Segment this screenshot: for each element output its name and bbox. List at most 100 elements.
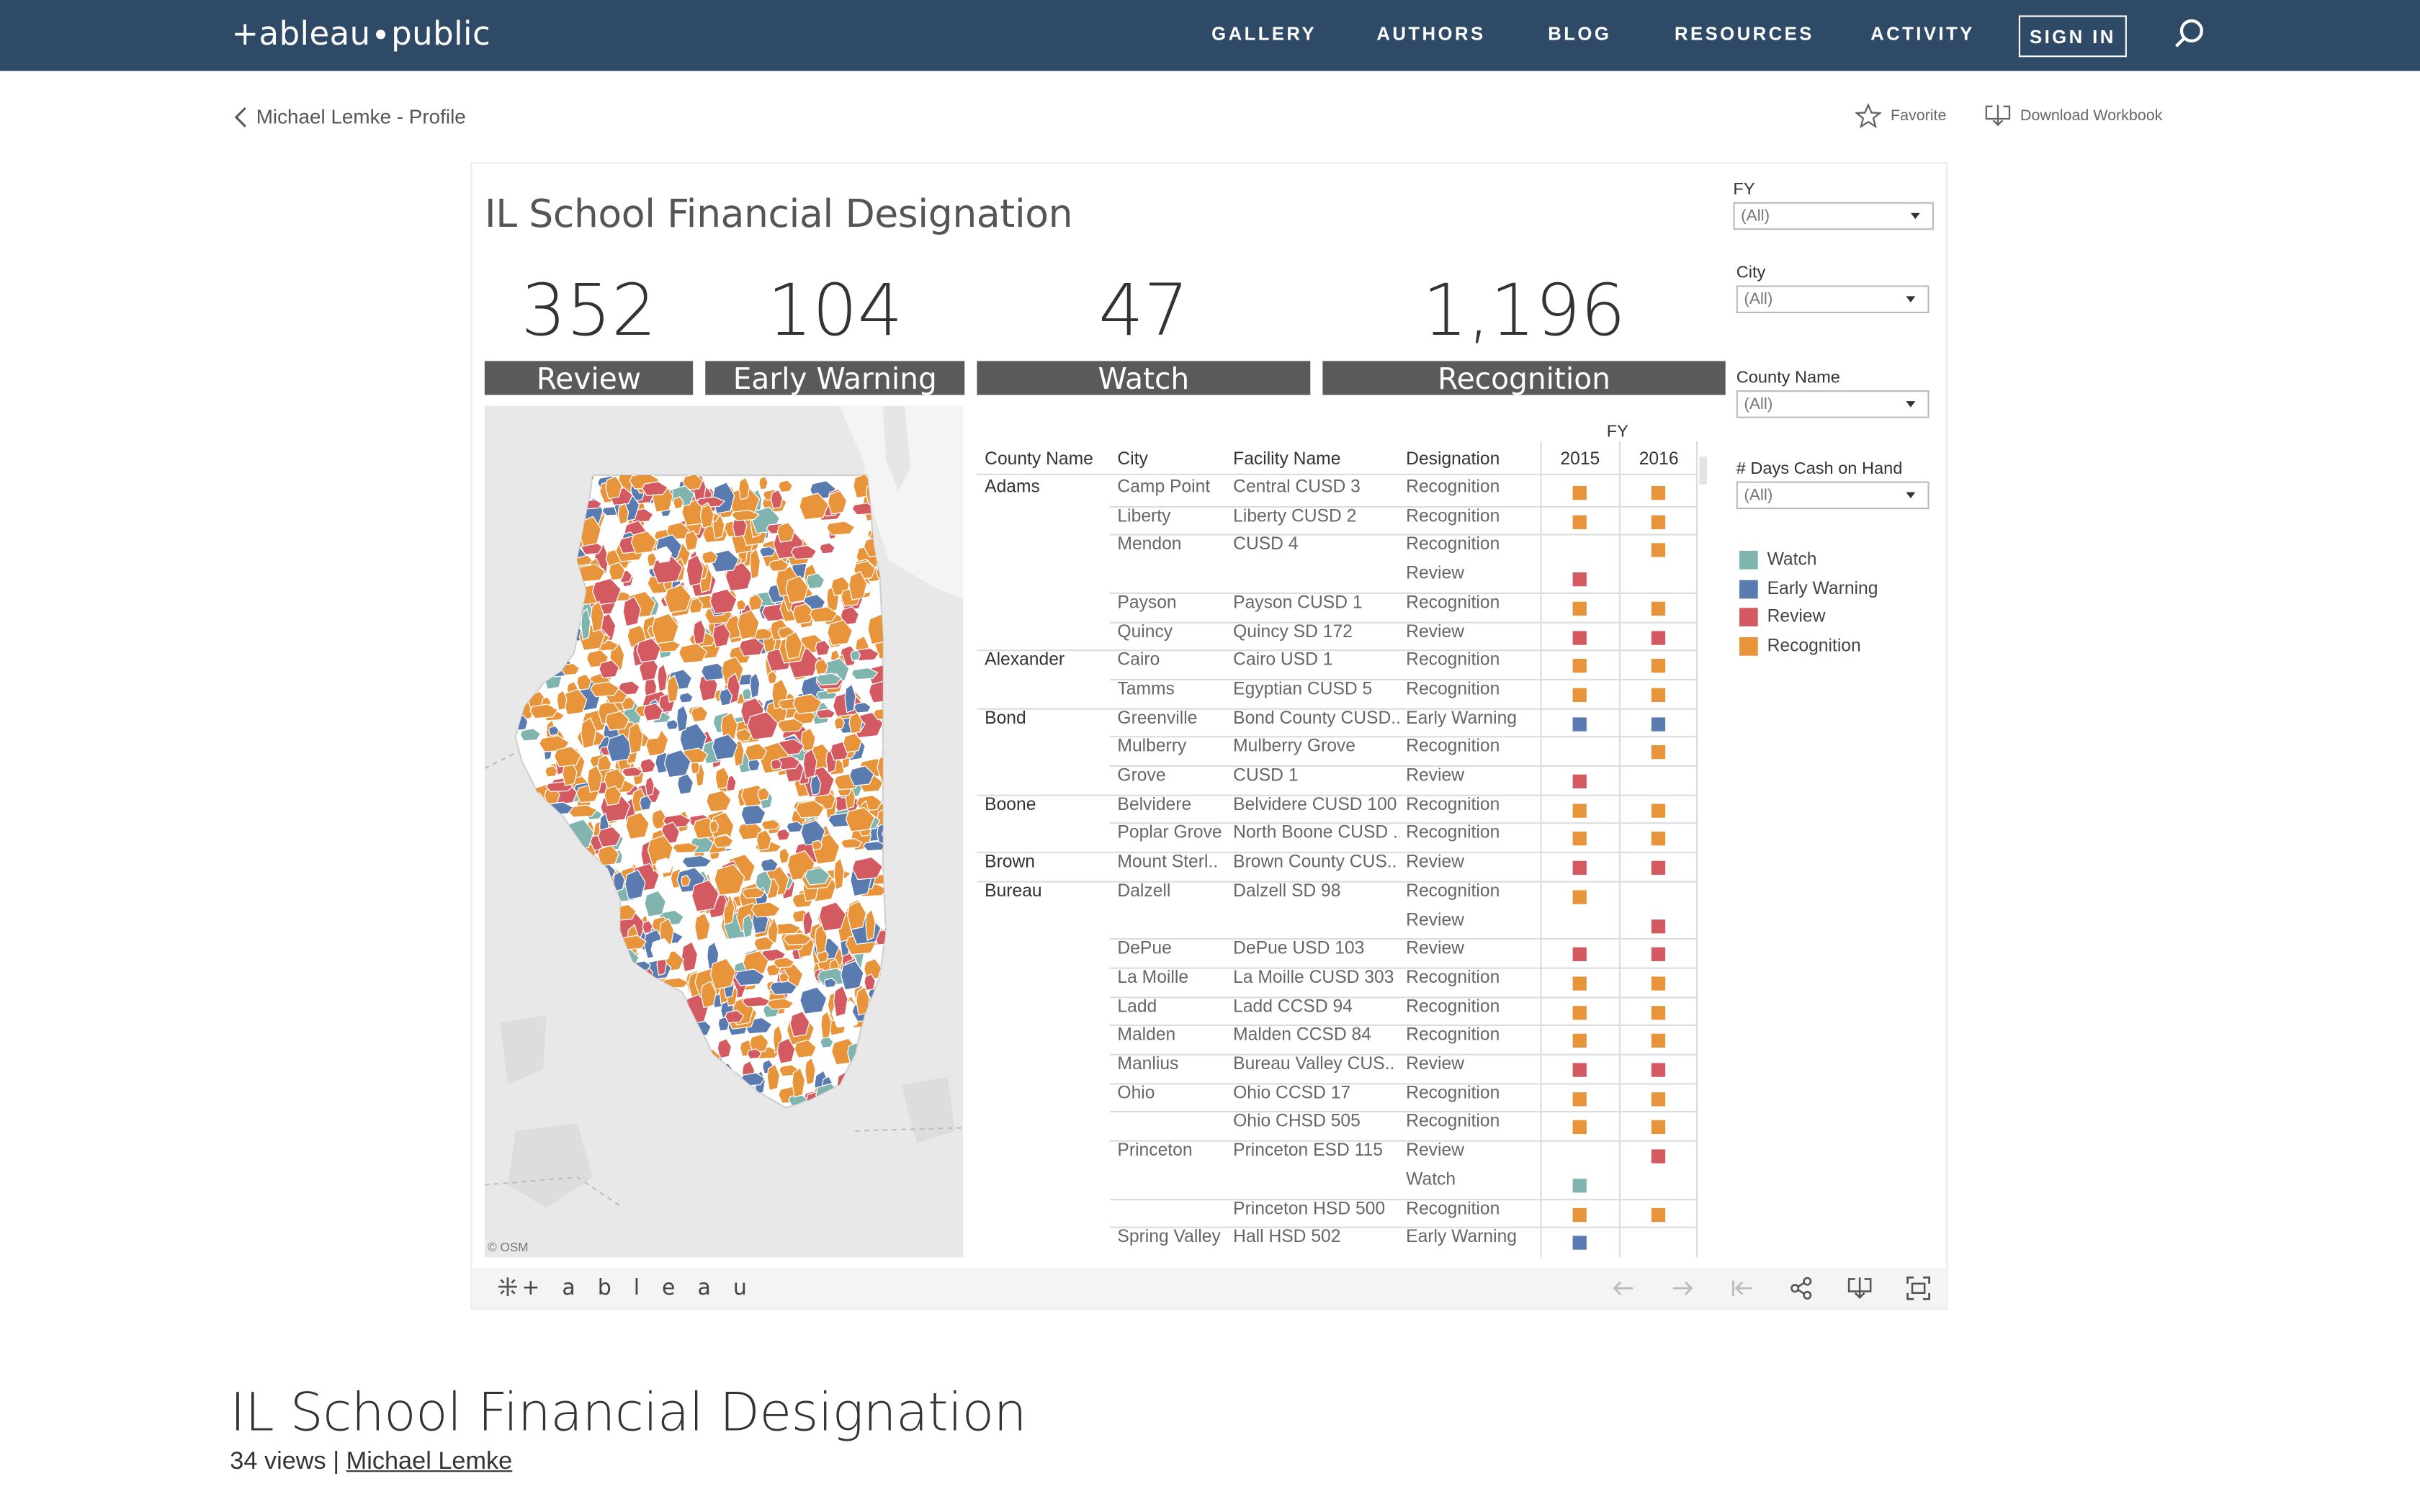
designation-mark-2015[interactable] xyxy=(1572,1207,1587,1222)
legend-watch[interactable]: Watch xyxy=(1739,551,1817,570)
designation-mark-2016[interactable] xyxy=(1651,1207,1666,1222)
table-row[interactable]: Grove CUSD 1 Review xyxy=(977,767,1696,796)
table-row[interactable]: Bond Greenville Bond County CUSD.. Early Wa… xyxy=(977,709,1696,738)
designation-mark-2015[interactable] xyxy=(1572,860,1587,876)
tableau-public-logo[interactable]: +ableau∙public xyxy=(231,15,490,52)
nav-blog[interactable]: BLOG xyxy=(1548,23,1611,45)
table-row[interactable]: La Moille La Moille CUSD 303 Recognition xyxy=(977,968,1696,997)
designation-mark-2015[interactable] xyxy=(1572,1034,1587,1048)
designation-mark-2015[interactable] xyxy=(1572,1063,1587,1077)
revert-icon[interactable] xyxy=(1730,1276,1754,1300)
table-row[interactable]: Princeton Princeton ESD 115 Review xyxy=(977,1142,1696,1171)
table-row[interactable]: Review xyxy=(977,911,1696,940)
designation-mark-2015[interactable] xyxy=(1572,688,1587,702)
designation-table[interactable]: FY County Name City Facility Name Design… xyxy=(977,423,1702,1258)
table-row[interactable]: Manlius Bureau Valley CUS.. Review xyxy=(977,1056,1696,1084)
designation-mark-2016[interactable] xyxy=(1651,630,1666,644)
designation-mark-2015[interactable] xyxy=(1572,716,1587,731)
filter-city-select[interactable]: (All) xyxy=(1736,285,1930,313)
table-row[interactable]: Spring Valley Hall HSD 502 Early Warning xyxy=(977,1228,1696,1257)
legend-review[interactable]: Review xyxy=(1739,608,1825,626)
designation-mark-2016[interactable] xyxy=(1651,745,1666,760)
download-workbook-button[interactable]: Download Workbook xyxy=(1985,104,2162,128)
table-row[interactable]: Tamms Egyptian CUSD 5 Recognition xyxy=(977,680,1696,709)
legend-early-warning[interactable]: Early Warning xyxy=(1739,580,1878,599)
favorite-button[interactable]: Favorite xyxy=(1855,103,1946,128)
designation-mark-2015[interactable] xyxy=(1572,832,1587,847)
sign-in-button[interactable]: SIGN IN xyxy=(2018,15,2127,58)
designation-mark-2015[interactable] xyxy=(1572,486,1587,500)
designation-mark-2016[interactable] xyxy=(1651,1120,1666,1135)
designation-mark-2016[interactable] xyxy=(1651,1092,1666,1106)
tableau-footer-logo[interactable]: + a b l e a u xyxy=(497,1276,755,1300)
table-row[interactable]: DePue DePue USD 103 Review xyxy=(977,940,1696,968)
designation-mark-2016[interactable] xyxy=(1651,1034,1666,1048)
designation-mark-2015[interactable] xyxy=(1572,948,1587,962)
table-row[interactable]: Mendon CUSD 4 Recognition xyxy=(977,536,1696,564)
designation-mark-2015[interactable] xyxy=(1572,1178,1587,1192)
designation-mark-2016[interactable] xyxy=(1651,716,1666,731)
table-row[interactable]: Malden Malden CCSD 84 Recognition xyxy=(977,1027,1696,1056)
designation-mark-2016[interactable] xyxy=(1651,1149,1666,1164)
designation-mark-2016[interactable] xyxy=(1651,688,1666,702)
table-row[interactable]: Review xyxy=(977,564,1696,593)
share-icon[interactable] xyxy=(1789,1276,1814,1300)
table-row[interactable]: Payson Payson CUSD 1 Recognition xyxy=(977,594,1696,623)
table-scrollbar[interactable] xyxy=(1699,456,1707,485)
designation-mark-2016[interactable] xyxy=(1651,919,1666,933)
designation-mark-2016[interactable] xyxy=(1651,803,1666,818)
table-row[interactable]: Liberty Liberty CUSD 2 Recognition xyxy=(977,507,1696,536)
designation-mark-2015[interactable] xyxy=(1572,1092,1587,1106)
designation-mark-2015[interactable] xyxy=(1572,1120,1587,1135)
table-row[interactable]: Princeton HSD 500 Recognition xyxy=(977,1200,1696,1228)
designation-mark-2015[interactable] xyxy=(1572,1005,1587,1020)
designation-mark-2016[interactable] xyxy=(1651,659,1666,673)
designation-mark-2015[interactable] xyxy=(1572,1236,1587,1251)
kpi-review-label[interactable]: Review xyxy=(484,361,694,395)
table-row[interactable]: Boone Belvidere Belvidere CUSD 100 Recognit… xyxy=(977,796,1696,824)
designation-mark-2016[interactable] xyxy=(1651,515,1666,529)
designation-mark-2015[interactable] xyxy=(1572,774,1587,788)
illinois-district-map[interactable]: © OSM xyxy=(484,405,964,1258)
fullscreen-icon[interactable] xyxy=(1906,1276,1930,1300)
designation-mark-2016[interactable] xyxy=(1651,948,1666,962)
kpi-watch-label[interactable]: Watch xyxy=(977,361,1311,395)
designation-mark-2016[interactable] xyxy=(1651,860,1666,876)
designation-mark-2015[interactable] xyxy=(1572,630,1587,644)
designation-mark-2016[interactable] xyxy=(1651,832,1666,847)
redo-icon[interactable] xyxy=(1670,1276,1695,1300)
search-icon[interactable] xyxy=(2173,17,2207,51)
nav-resources[interactable]: RESOURCES xyxy=(1675,23,1814,45)
undo-icon[interactable] xyxy=(1611,1276,1636,1300)
designation-mark-2015[interactable] xyxy=(1572,803,1587,818)
back-to-profile-link[interactable]: Michael Lemke - Profile xyxy=(234,105,466,128)
designation-mark-2015[interactable] xyxy=(1572,976,1587,991)
filter-days-cash-select[interactable]: (All) xyxy=(1736,481,1930,510)
download-icon[interactable] xyxy=(1847,1276,1872,1300)
designation-mark-2015[interactable] xyxy=(1572,889,1587,904)
table-row[interactable]: Brown Mount Sterl.. Brown County CUS.. Revi… xyxy=(977,853,1696,882)
table-row[interactable]: Adams Camp Point Central CUSD 3 Recognition xyxy=(977,478,1696,507)
designation-mark-2016[interactable] xyxy=(1651,486,1666,500)
nav-authors[interactable]: AUTHORS xyxy=(1376,23,1485,45)
nav-activity[interactable]: ACTIVITY xyxy=(1870,23,1975,45)
designation-mark-2016[interactable] xyxy=(1651,544,1666,558)
legend-recognition[interactable]: Recognition xyxy=(1739,637,1861,656)
designation-mark-2016[interactable] xyxy=(1651,1005,1666,1020)
designation-mark-2015[interactable] xyxy=(1572,601,1587,616)
table-row[interactable]: Ohio Ohio CCSD 17 Recognition xyxy=(977,1084,1696,1113)
kpi-early-warning-label[interactable]: Early Warning xyxy=(705,361,965,395)
table-row[interactable]: Bureau Dalzell Dalzell SD 98 Recognition xyxy=(977,882,1696,911)
designation-mark-2016[interactable] xyxy=(1651,601,1666,616)
table-row[interactable]: Watch xyxy=(977,1171,1696,1200)
designation-mark-2015[interactable] xyxy=(1572,515,1587,529)
filter-fy-select[interactable]: (All) xyxy=(1733,202,1934,230)
table-row[interactable]: Ladd Ladd CCSD 94 Recognition xyxy=(977,998,1696,1027)
designation-mark-2015[interactable] xyxy=(1572,572,1587,587)
table-row[interactable]: Quincy Quincy SD 172 Review xyxy=(977,623,1696,652)
nav-gallery[interactable]: GALLERY xyxy=(1211,23,1317,45)
table-row[interactable]: Poplar Grove North Boone CUSD .. Recogniti… xyxy=(977,824,1696,853)
table-row[interactable]: Alexander Cairo Cairo USD 1 Recognition xyxy=(977,652,1696,680)
author-link[interactable]: Michael Lemke xyxy=(346,1449,513,1475)
designation-mark-2015[interactable] xyxy=(1572,659,1587,673)
